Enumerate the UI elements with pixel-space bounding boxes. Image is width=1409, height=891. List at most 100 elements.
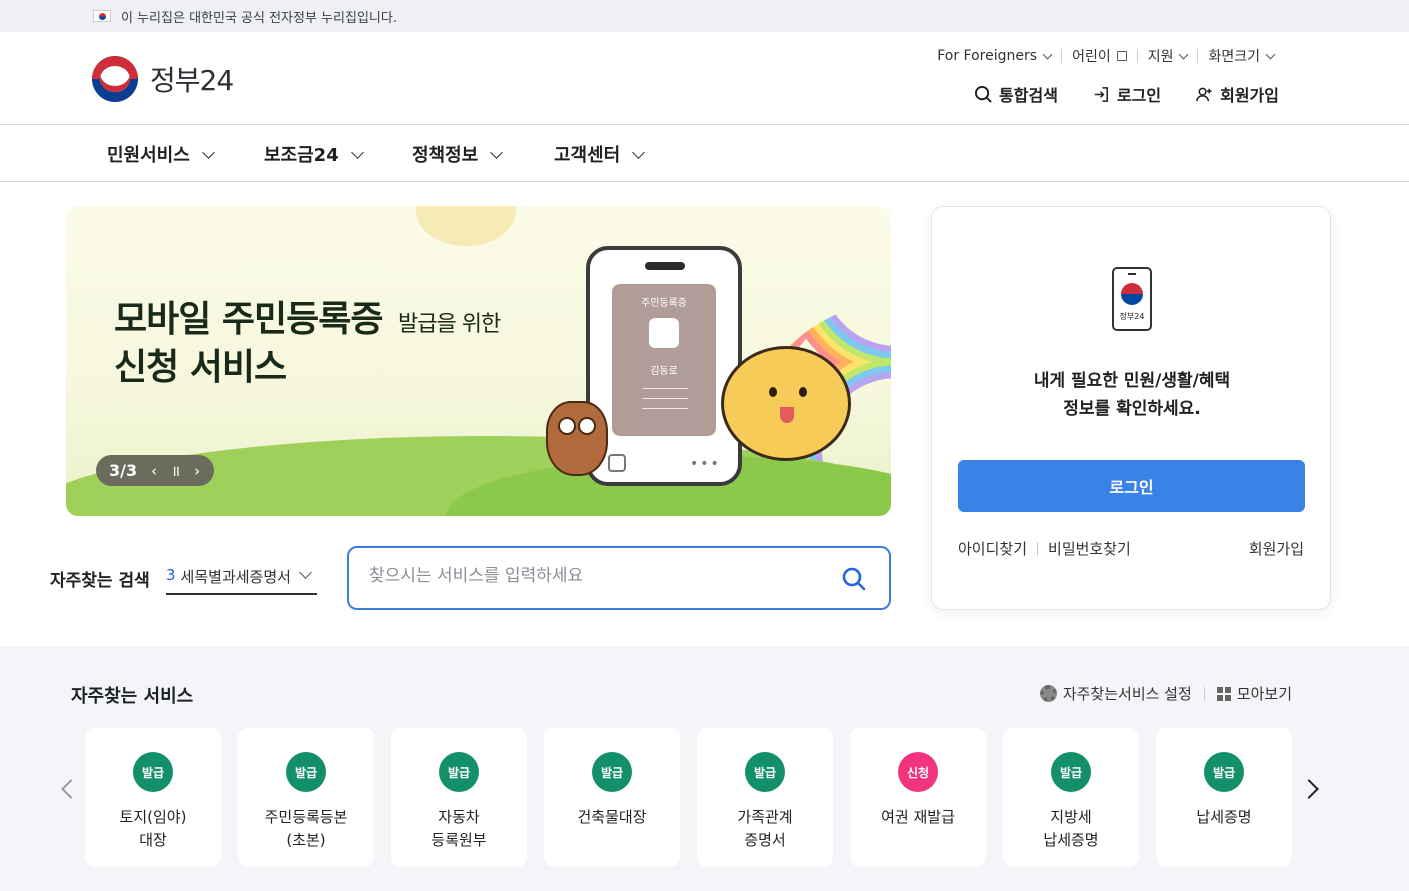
- service-name-line2: 대장: [139, 831, 167, 849]
- nav-label: 민원서비스: [107, 145, 190, 166]
- next-slide-icon[interactable]: ›: [194, 462, 200, 480]
- gov-emblem-icon: [1121, 283, 1143, 305]
- service-card[interactable]: 발급 가족관계 증명서: [697, 728, 833, 867]
- service-name: 지방세 납세증명: [1003, 806, 1139, 852]
- prev-slide-icon[interactable]: ‹: [151, 462, 157, 480]
- mobile-logo-text: 정부24: [1119, 312, 1145, 321]
- join-link[interactable]: 회원가입: [1249, 538, 1304, 559]
- divider: [1203, 686, 1205, 701]
- id-card-name: 김동로: [650, 366, 678, 377]
- signup-link[interactable]: 회원가입: [1195, 82, 1279, 106]
- more-dots-icon: •••: [690, 456, 721, 472]
- chevron-down-icon: [201, 145, 215, 159]
- gov-banner-text: 이 누리집은 대한민국 공식 전자정부 누리집입니다.: [121, 10, 397, 26]
- service-name-line2: 납세증명: [1043, 831, 1099, 849]
- integrated-search-button[interactable]: 통합검색: [974, 82, 1058, 106]
- service-name-line1: 여권 재발급: [881, 808, 955, 826]
- divider: [1037, 541, 1039, 556]
- avatar-icon: [649, 318, 679, 348]
- character-mouth: [780, 407, 794, 423]
- service-name-line1: 납세증명: [1196, 808, 1252, 826]
- service-name-line2: (초본): [286, 831, 326, 849]
- gov-emblem-icon: [92, 56, 138, 102]
- search-icon[interactable]: [841, 566, 867, 592]
- external-link-icon: [1116, 51, 1127, 61]
- login-button[interactable]: 로그인: [958, 460, 1305, 512]
- service-card[interactable]: 발급주민등록등본 (초본): [238, 728, 374, 867]
- login-panel: 정부24 내게 필요한 민원/생활/혜택 정보를 확인하세요. 로그인 아이디찾…: [931, 206, 1331, 610]
- service-badge: 발급: [286, 752, 326, 792]
- pause-icon[interactable]: ॥: [171, 461, 180, 481]
- service-card[interactable]: 발급 자동차 등록원부: [391, 728, 527, 867]
- nav-item-customer-center[interactable]: 고객센터: [554, 141, 646, 167]
- chevron-down-icon: [1265, 49, 1276, 59]
- favorite-settings-label: 자주찾는서비스 설정: [1062, 685, 1192, 703]
- service-name: 납세증명: [1156, 806, 1292, 829]
- rank-number: 3: [166, 566, 176, 584]
- header-actions: 통합검색 로그인 회원가입: [974, 82, 1279, 106]
- service-card[interactable]: 발급납세증명: [1156, 728, 1292, 867]
- square-icon: [608, 454, 626, 472]
- carousel-next-icon[interactable]: [1299, 779, 1319, 799]
- service-badge: 발급: [1051, 752, 1091, 792]
- service-name: 여권 재발급: [850, 806, 986, 829]
- slide-controls: 3/3 ‹ ॥ ›: [96, 455, 214, 486]
- owl-character: [546, 401, 608, 476]
- carousel-prev-icon[interactable]: [61, 779, 81, 799]
- find-id-link[interactable]: 아이디찾기: [958, 538, 1027, 559]
- support-menu[interactable]: 지원: [1138, 46, 1198, 66]
- account-links: 아이디찾기 비밀번호찾기: [958, 538, 1131, 559]
- favorite-tools: 자주찾는서비스 설정 모아보기: [1039, 683, 1292, 704]
- service-cards: 발급 토지(임야) 대장 발급 주민등록등본 (초본) 발급 자동차 등록원부 발급 건축물대장 발급…: [85, 728, 1292, 867]
- login-message: 내게 필요한 민원/생활/혜택 정보를 확인하세요.: [932, 367, 1332, 423]
- quick-search-select[interactable]: 3 세목별과세증명서: [166, 566, 317, 595]
- service-card[interactable]: 발급건축물대장: [544, 728, 680, 867]
- section-title: 자주찾는 서비스: [71, 686, 194, 707]
- service-card[interactable]: 발급 토지(임야) 대장: [85, 728, 221, 867]
- font-size-label: 화면크기: [1208, 49, 1260, 65]
- service-badge: 발급: [1204, 752, 1244, 792]
- search-input[interactable]: [369, 566, 809, 586]
- find-password-link[interactable]: 비밀번호찾기: [1048, 538, 1131, 559]
- gov-banner: 이 누리집은 대한민국 공식 전자정부 누리집입니다.: [0, 0, 1409, 32]
- slide-indicator: 3/3: [109, 461, 138, 480]
- hero-title-small: 발급을 위한: [398, 312, 501, 337]
- favorite-services: 자주찾는 서비스 자주찾는서비스 설정 모아보기 발급 토지(임야) 대장 발급 주민등…: [0, 646, 1409, 891]
- nav-label: 고객센터: [554, 145, 621, 166]
- chevron-down-icon: [299, 566, 312, 579]
- service-badge: 발급: [592, 752, 632, 792]
- character-eye: [769, 387, 777, 397]
- service-name: 건축물대장: [544, 806, 680, 829]
- login-label: 로그인: [1116, 86, 1162, 105]
- view-all-button[interactable]: 모아보기: [1216, 683, 1292, 704]
- nav-item-policy-info[interactable]: 정책정보: [412, 141, 504, 167]
- login-link[interactable]: 로그인: [1092, 82, 1161, 106]
- divider: [642, 398, 688, 399]
- signup-label: 회원가입: [1220, 86, 1279, 105]
- service-badge: 발급: [439, 752, 479, 792]
- font-size-menu[interactable]: 화면크기: [1198, 46, 1284, 66]
- service-badge: 발급: [133, 752, 173, 792]
- chevron-down-icon: [632, 145, 646, 159]
- service-card[interactable]: 신청여권 재발급: [850, 728, 986, 867]
- for-foreigners-label: For Foreigners: [937, 48, 1038, 64]
- login-message-line1: 내게 필요한 민원/생활/혜택: [1033, 371, 1231, 391]
- quick-search-selected: 세목별과세증명서: [180, 568, 291, 586]
- for-foreigners-link[interactable]: For Foreigners: [927, 48, 1061, 64]
- kids-link[interactable]: 어린이: [1062, 46, 1137, 66]
- search-box: [347, 546, 891, 610]
- service-name-line1: 건축물대장: [577, 808, 647, 826]
- favorite-settings-button[interactable]: 자주찾는서비스 설정: [1039, 683, 1192, 704]
- view-all-label: 모아보기: [1236, 685, 1292, 703]
- id-card-illustration: 주민등록증 김동로: [612, 284, 716, 436]
- service-card[interactable]: 발급지방세 납세증명: [1003, 728, 1139, 867]
- nav-item-subsidy24[interactable]: 보조금24: [264, 141, 364, 167]
- nav-label: 정책정보: [412, 145, 479, 166]
- chevron-down-icon: [1179, 49, 1189, 59]
- nav-item-civil-service[interactable]: 민원서비스: [107, 141, 215, 167]
- logo[interactable]: 정부24: [92, 56, 234, 102]
- service-name: 주민등록등본 (초본): [238, 806, 374, 852]
- gear-icon: [1039, 685, 1057, 702]
- service-badge: 신청: [898, 752, 938, 792]
- logo-text: 정부24: [150, 64, 234, 97]
